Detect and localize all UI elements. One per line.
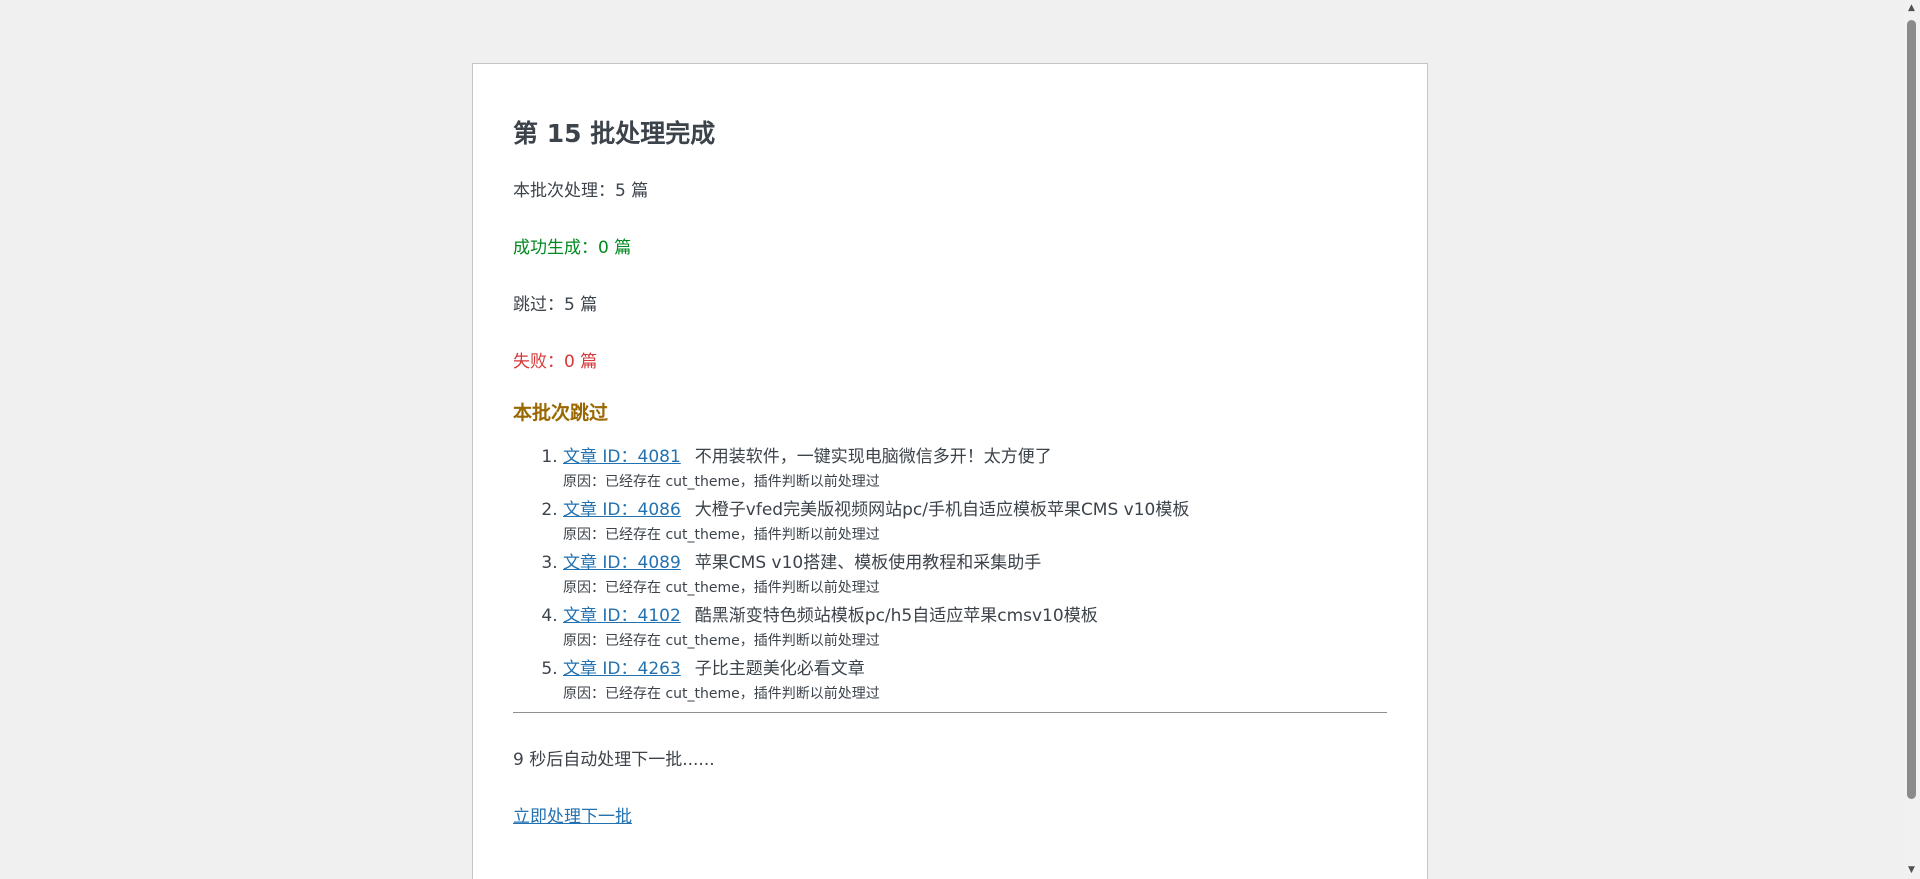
post-id-link[interactable]: 文章 ID：4102 (563, 606, 681, 626)
post-title: 不用装软件，一键实现电脑微信多开！太方便了 (694, 447, 1052, 467)
scrollbar-thumb[interactable] (1907, 20, 1916, 799)
processed-count: 本批次处理：5 篇 (513, 181, 649, 201)
page-title: 第 15 批处理完成 (513, 119, 716, 148)
vertical-scrollbar[interactable]: ▲ ▼ (1903, 0, 1920, 879)
success-count: 成功生成：0 篇 (513, 238, 632, 258)
failed-count: 失败：0 篇 (513, 352, 598, 372)
skipped-section-title: 本批次跳过 (513, 402, 609, 424)
divider (513, 712, 1387, 713)
post-id-link[interactable]: 文章 ID：4089 (563, 553, 681, 573)
post-id-link[interactable]: 文章 ID：4081 (563, 447, 681, 467)
post-id-link[interactable]: 文章 ID：4086 (563, 500, 681, 520)
list-item: 文章 ID：4081 不用装软件，一键实现电脑微信多开！太方便了 原因：已经存在 … (563, 446, 1387, 497)
skip-reason: 原因：已经存在 cut_theme，插件判断以前处理过 (563, 686, 880, 702)
list-item: 文章 ID：4263 子比主题美化必看文章 原因：已经存在 cut_theme，插… (563, 658, 1387, 709)
list-item: 文章 ID：4102 酷黑渐变特色频站模板pc/h5自适应苹果cmsv10模板 原… (563, 605, 1387, 656)
post-id-link[interactable]: 文章 ID：4263 (563, 659, 681, 679)
batch-result-panel: 第 15 批处理完成 本批次处理：5 篇 成功生成：0 篇 跳过：5 篇 失败：… (472, 63, 1428, 879)
post-title: 大橙子vfed完美版视频网站pc/手机自适应模板苹果CMS v10模板 (694, 500, 1190, 520)
post-title: 子比主题美化必看文章 (694, 659, 865, 679)
skip-reason: 原因：已经存在 cut_theme，插件判断以前处理过 (563, 527, 880, 543)
post-title: 酷黑渐变特色频站模板pc/h5自适应苹果cmsv10模板 (694, 606, 1098, 626)
skipped-count: 跳过：5 篇 (513, 295, 598, 315)
post-title: 苹果CMS v10搭建、模板使用教程和采集助手 (694, 553, 1042, 573)
skip-reason: 原因：已经存在 cut_theme，插件判断以前处理过 (563, 633, 880, 649)
skipped-list: 文章 ID：4081 不用装软件，一键实现电脑微信多开！太方便了 原因：已经存在 … (513, 446, 1387, 709)
list-item: 文章 ID：4086 大橙子vfed完美版视频网站pc/手机自适应模板苹果CMS … (563, 499, 1387, 550)
list-item: 文章 ID：4089 苹果CMS v10搭建、模板使用教程和采集助手 原因：已经存… (563, 552, 1387, 603)
skip-reason: 原因：已经存在 cut_theme，插件判断以前处理过 (563, 474, 880, 490)
scroll-up-arrow-icon[interactable]: ▲ (1903, 0, 1920, 17)
process-next-batch-link[interactable]: 立即处理下一批 (513, 807, 632, 827)
skip-reason: 原因：已经存在 cut_theme，插件判断以前处理过 (563, 580, 880, 596)
countdown-text: 9 秒后自动处理下一批...... (513, 750, 715, 770)
scroll-down-arrow-icon[interactable]: ▼ (1903, 862, 1920, 879)
